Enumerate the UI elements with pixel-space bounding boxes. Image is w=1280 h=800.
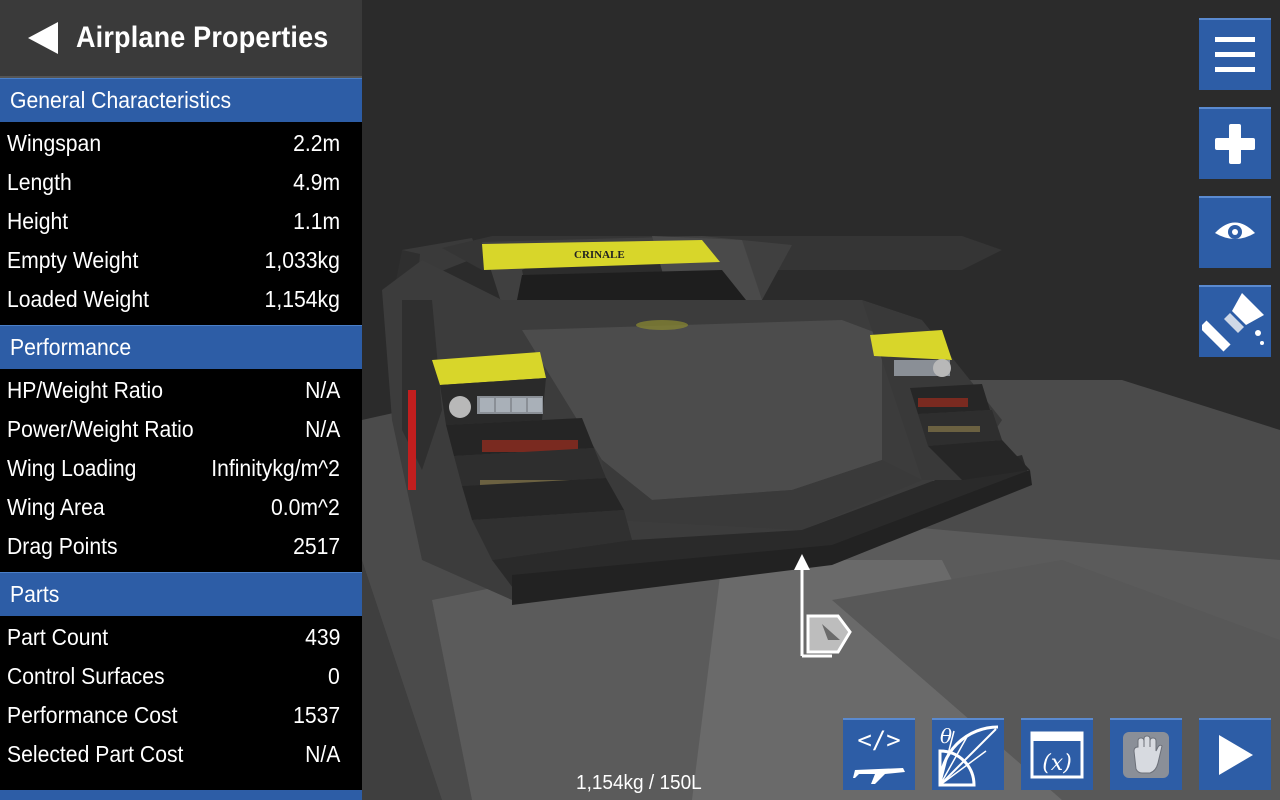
paint-brush-icon [1202,293,1264,352]
row-hp-weight-ratio: HP/Weight Ratio N/A [7,377,340,403]
panel-header: Airplane Properties [0,0,362,78]
rotation-angle-icon: θ [938,724,999,787]
grab-button[interactable] [1110,718,1182,790]
variables-icon: (x) [1030,731,1084,779]
back-arrow-icon[interactable] [28,22,58,54]
panel-footer-bar [0,790,362,800]
visibility-button[interactable] [1199,196,1271,268]
xml-airplane-icon: </> [853,726,905,784]
variables-button[interactable]: (x) [1021,718,1093,790]
decal-text: CRINALE [574,249,625,261]
general-rows: Wingspan 2.2m Length 4.9m Height 1.1m Empty… [0,122,362,325]
row-loaded-weight: Loaded Weight 1,154kg [7,286,340,312]
right-light-decal [870,330,952,360]
paint-button[interactable] [1199,285,1271,357]
row-length: Length 4.9m [7,169,340,195]
row-drag-points: Drag Points 2517 [7,533,340,559]
row-power-weight-ratio: Power/Weight Ratio N/A [7,416,340,442]
visibility-eye-icon [1215,222,1255,239]
svg-text:</>: </> [857,726,900,754]
add-part-icon [1215,124,1255,164]
row-selected-part-cost: Selected Part Cost N/A [7,741,340,767]
rotation-button[interactable]: θ [932,718,1004,790]
parts-rows: Part Count 439 Control Surfaces 0 Performa… [0,616,362,780]
panel-title: Airplane Properties [76,21,329,54]
left-wheel-rim [408,390,416,490]
play-button[interactable] [1199,718,1271,790]
row-performance-cost: Performance Cost 1537 [7,702,340,728]
row-height: Height 1.1m [7,208,340,234]
add-part-button[interactable] [1199,107,1271,179]
row-wing-loading: Wing Loading Infinitykg/m^2 [7,455,340,481]
properties-panel: Airplane Properties General Characterist… [0,0,362,800]
row-wingspan: Wingspan 2.2m [7,130,340,156]
row-empty-weight: Empty Weight 1,033kg [7,247,340,273]
row-part-count: Part Count 439 [7,624,340,650]
svg-text:(x): (x) [1042,751,1072,776]
play-icon [1219,735,1253,775]
3d-viewport[interactable]: CRINALE [362,0,1280,800]
performance-rows: HP/Weight Ratio N/A Power/Weight Ratio N/A… [0,369,362,572]
hand-grab-icon [1123,732,1169,778]
menu-icon [1215,37,1255,72]
section-general-characteristics: General Characteristics [0,78,362,122]
menu-button[interactable] [1199,18,1271,90]
viewport-scene: CRINALE [362,0,1280,800]
xml-edit-button[interactable]: </> [843,718,915,790]
section-parts: Parts [0,572,362,616]
row-wing-area: Wing Area 0.0m^2 [7,494,340,520]
left-headlight [449,396,471,418]
weight-fuel-readout: 1,154kg / 150L [576,772,702,794]
row-control-surfaces: Control Surfaces 0 [7,663,340,689]
section-performance: Performance [0,325,362,369]
